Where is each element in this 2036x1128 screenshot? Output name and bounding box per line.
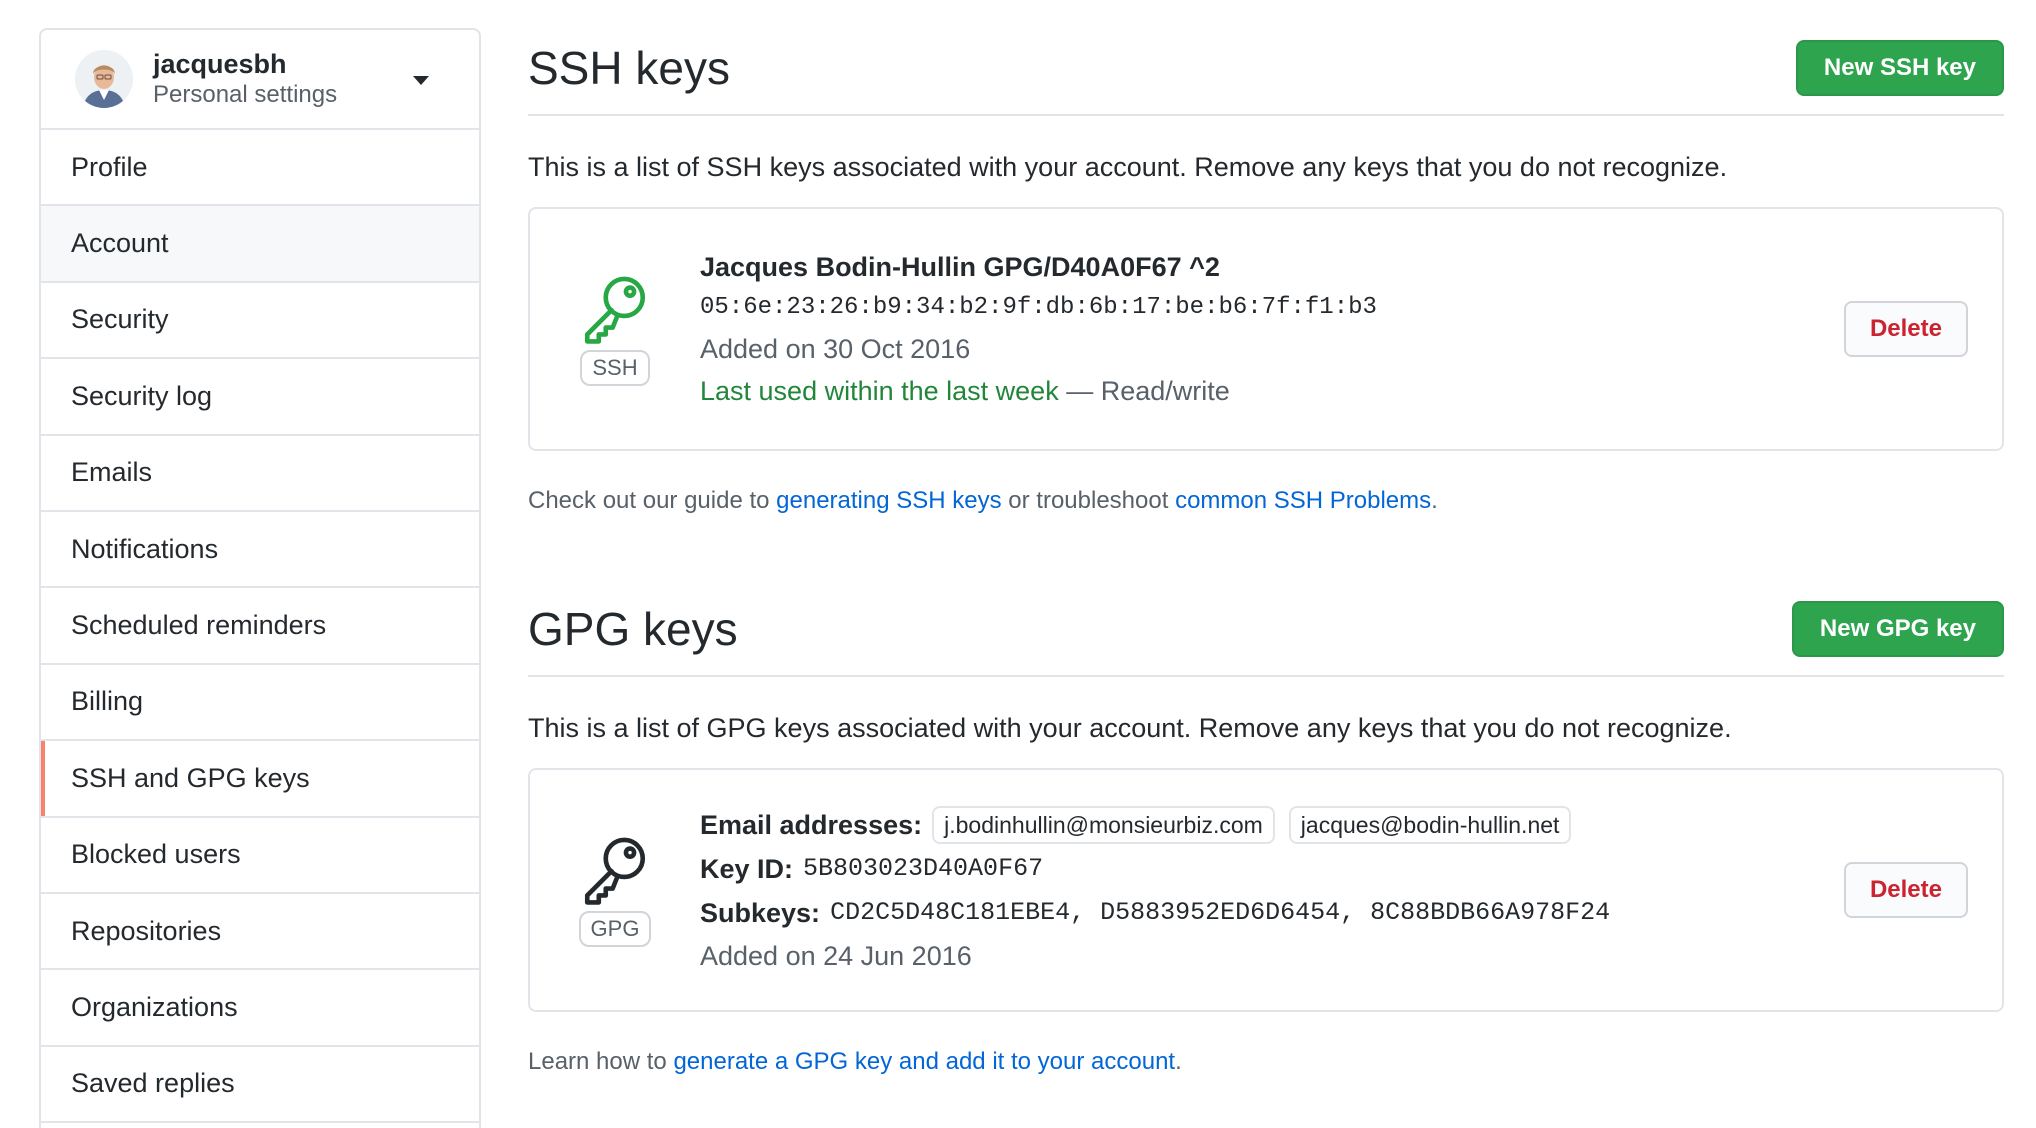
gpg-description: This is a list of GPG keys associated wi… xyxy=(528,713,1732,743)
settings-page: jacquesbh Personal settings Profile Acco… xyxy=(0,0,2036,1128)
gpg-key-id-row: Key ID: 5B803023D40A0F67 xyxy=(700,847,2002,891)
ssh-key-last-used: Last used within the last week xyxy=(700,376,1059,406)
ssh-key-access: — Read/write xyxy=(1058,376,1230,406)
sidebar-item-security[interactable]: Security xyxy=(41,283,479,360)
ssh-key-fingerprint: 05:6e:23:26:b9:34:b2:9f:db:6b:17:be:b6:7… xyxy=(700,294,1377,321)
ssh-section-header: SSH keys New SSH key xyxy=(528,28,2004,116)
sidebar-item-repositories[interactable]: Repositories xyxy=(41,894,479,971)
ssh-key-details: Jacques Bodin-Hullin GPG/D40A0F67 ^2 05:… xyxy=(700,246,2002,412)
gpg-emails-label: Email addresses: xyxy=(700,810,923,840)
ssh-key-item: SSH Jacques Bodin-Hullin GPG/D40A0F67 ^2… xyxy=(528,207,2004,451)
ssh-footnote-prefix: Check out our guide to xyxy=(528,487,777,514)
ssh-badge: SSH xyxy=(580,350,650,386)
sidebar-item-scheduled-reminders[interactable]: Scheduled reminders xyxy=(41,588,479,665)
gpg-badge: GPG xyxy=(578,911,652,947)
sidebar-item-blocked-users[interactable]: Blocked users xyxy=(41,818,479,894)
new-gpg-key-button[interactable]: New GPG key xyxy=(1791,601,2004,657)
gpg-footnote: Learn how to generate a GPG key and add … xyxy=(528,1048,2004,1076)
new-ssh-key-button[interactable]: New SSH key xyxy=(1795,40,2004,96)
sidebar-item-notifications[interactable]: Notifications xyxy=(41,512,479,589)
generating-ssh-keys-link[interactable]: generating SSH keys xyxy=(776,487,1001,514)
delete-gpg-key-button[interactable]: Delete xyxy=(1843,862,1968,918)
gpg-subkeys-label: Subkeys: xyxy=(700,898,821,928)
ssh-key-icon-column: SSH xyxy=(530,272,700,386)
avatar xyxy=(75,50,133,108)
gpg-section-title: GPG keys xyxy=(528,603,738,655)
sidebar-item-ssh-gpg-keys[interactable]: SSH and GPG keys xyxy=(41,741,479,818)
username: jacquesbh xyxy=(153,49,287,79)
gpg-section-header: GPG keys New GPG key xyxy=(528,589,2004,677)
gpg-key-id-label: Key ID: xyxy=(700,854,794,884)
gpg-footnote-suffix: . xyxy=(1175,1048,1182,1075)
sidebar-item-account[interactable]: Account xyxy=(41,206,479,283)
sidebar-item-emails[interactable]: Emails xyxy=(41,436,479,512)
chevron-down-icon[interactable] xyxy=(413,76,429,85)
gpg-key-added-date: Added on 24 Jun 2016 xyxy=(700,941,972,971)
sidebar-item-billing[interactable]: Billing xyxy=(41,665,479,742)
gpg-key-item: GPG Email addresses: j.bodinhullin@monsi… xyxy=(528,768,2004,1012)
common-ssh-problems-link[interactable]: common SSH Problems xyxy=(1175,487,1431,514)
settings-sidebar: jacquesbh Personal settings Profile Acco… xyxy=(39,28,481,1128)
sidebar-item-security-log[interactable]: Security log xyxy=(41,359,479,436)
sidebar-item-organizations[interactable]: Organizations xyxy=(41,970,479,1047)
account-switcher[interactable]: jacquesbh Personal settings xyxy=(41,30,479,130)
generate-gpg-key-link[interactable]: generate a GPG key and add it to your ac… xyxy=(673,1048,1175,1075)
gpg-subkeys-row: Subkeys: CD2C5D48C181EBE4, D5883952ED6D6… xyxy=(700,891,2002,935)
ssh-key-added-date: Added on 30 Oct 2016 xyxy=(700,334,971,364)
ssh-footnote: Check out our guide to generating SSH ke… xyxy=(528,487,2004,515)
key-icon xyxy=(584,276,646,344)
delete-ssh-key-button[interactable]: Delete xyxy=(1843,301,1968,357)
ssh-section-title: SSH keys xyxy=(528,42,730,94)
ssh-description: This is a list of SSH keys associated wi… xyxy=(528,152,1728,182)
gpg-email-pill: jacques@bodin-hullin.net xyxy=(1288,806,1572,844)
gpg-key-icon-column: GPG xyxy=(530,833,700,947)
account-subtitle: Personal settings xyxy=(153,81,338,108)
ssh-footnote-suffix: . xyxy=(1431,487,1438,514)
key-icon xyxy=(584,837,646,905)
ssh-key-name: Jacques Bodin-Hullin GPG/D40A0F67 ^2 xyxy=(700,252,1220,282)
gpg-subkeys: CD2C5D48C181EBE4, D5883952ED6D6454, 8C88… xyxy=(830,898,1611,927)
ssh-footnote-middle: or troubleshoot xyxy=(1001,487,1176,514)
gpg-key-details: Email addresses: j.bodinhullin@monsieurb… xyxy=(700,803,2002,977)
sidebar-item-profile[interactable]: Profile xyxy=(41,130,479,207)
main-content: SSH keys New SSH key This is a list of S… xyxy=(528,28,2004,1076)
gpg-footnote-prefix: Learn how to xyxy=(528,1048,674,1075)
gpg-email-pill: j.bodinhullin@monsieurbiz.com xyxy=(932,806,1275,844)
gpg-key-id: 5B803023D40A0F67 xyxy=(803,854,1044,883)
gpg-emails-row: Email addresses: j.bodinhullin@monsieurb… xyxy=(700,803,2002,847)
sidebar-item-saved-replies[interactable]: Saved replies xyxy=(41,1047,479,1124)
